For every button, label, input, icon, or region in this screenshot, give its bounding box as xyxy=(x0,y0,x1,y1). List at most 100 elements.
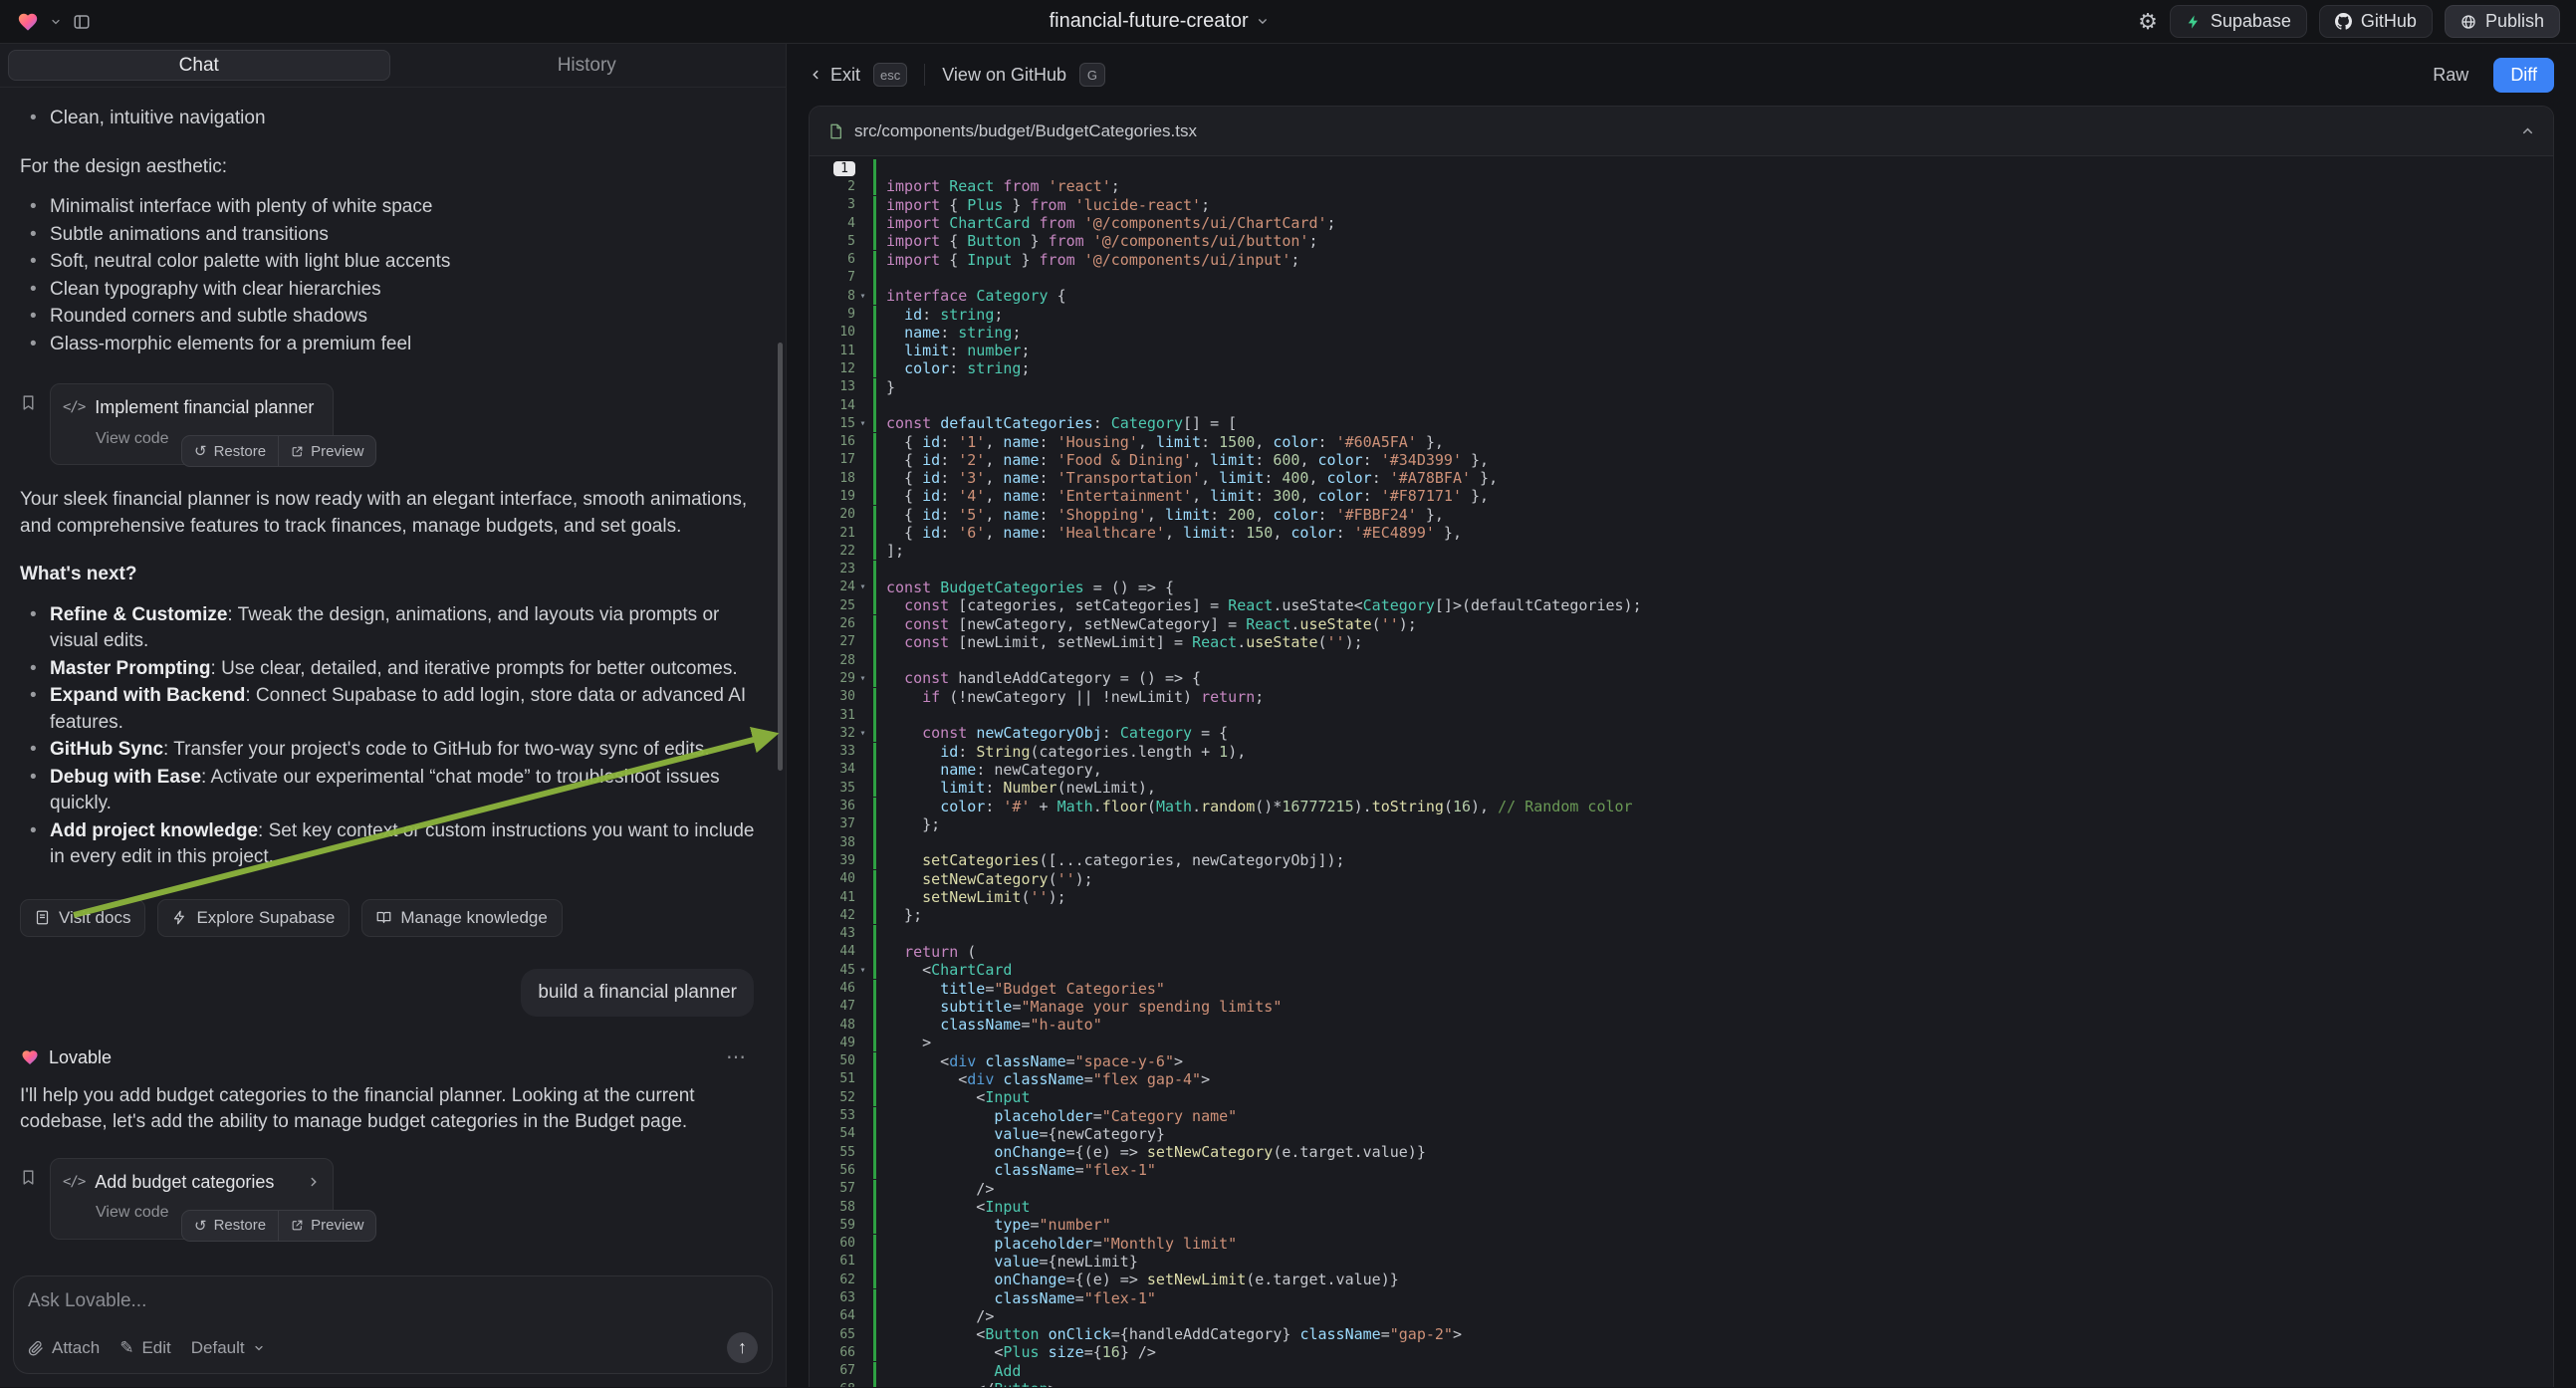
code-line: 4▾import ChartCard from '@/components/ui… xyxy=(810,214,2553,232)
design-bullets: Minimalist interface with plenty of whit… xyxy=(20,194,758,357)
tab-history-label: History xyxy=(558,55,616,77)
edit-button[interactable]: ✎ Edit xyxy=(119,1338,171,1358)
code-line: 51▾ <div className="flex gap-4"> xyxy=(810,1070,2553,1088)
fold-chevron-icon[interactable]: ▾ xyxy=(855,673,870,684)
code-line: 34▾ name: newCategory, xyxy=(810,761,2553,779)
bullet-item: Debug with Ease: Activate our experiment… xyxy=(20,765,758,817)
file-icon xyxy=(827,122,843,140)
docs-icon xyxy=(35,910,50,925)
send-button[interactable]: ↑ xyxy=(727,1332,758,1363)
external-link-icon xyxy=(291,445,304,458)
bookmark-icon[interactable] xyxy=(20,1168,37,1187)
diff-button[interactable]: Diff xyxy=(2493,58,2554,93)
project-menu[interactable]: financial-future-creator xyxy=(1050,10,1270,33)
bullet-item: Minimalist interface with plenty of whit… xyxy=(20,194,758,221)
code-line: 7▾ xyxy=(810,269,2553,287)
bullet-item: Expand with Backend: Connect Supabase to… xyxy=(20,683,758,736)
supabase-label: Supabase xyxy=(2211,11,2291,32)
explore-supabase-button[interactable]: Explore Supabase xyxy=(157,899,350,937)
preview-button[interactable]: Preview xyxy=(278,436,375,466)
restore-icon: ↺ xyxy=(194,1217,207,1235)
code-panel: Exit esc View on GitHub G Raw Diff src/c… xyxy=(787,44,2576,1387)
code-line: 53▾ placeholder="Category name" xyxy=(810,1106,2553,1124)
code-line: 55▾ onChange={(e) => setNewCategory(e.ta… xyxy=(810,1143,2553,1161)
code-line: 52▾ <Input xyxy=(810,1088,2553,1106)
code-lines: 1▾ 2▾import React from 'react';3▾import … xyxy=(810,159,2553,1387)
code-line: 17▾ { id: '2', name: 'Food & Dining', li… xyxy=(810,451,2553,469)
settings-gear-icon[interactable]: ⚙ xyxy=(2138,9,2158,35)
code-line: 59▾ type="number" xyxy=(810,1216,2553,1234)
restore-button[interactable]: ↺Restore xyxy=(182,436,278,466)
code-line: 49▾ > xyxy=(810,1034,2553,1051)
code-line: 43▾ xyxy=(810,924,2553,942)
code-line: 6▾import { Input } from '@/components/ui… xyxy=(810,250,2553,268)
code-line: 18▾ { id: '3', name: 'Transportation', l… xyxy=(810,469,2553,487)
chevron-right-icon xyxy=(307,1175,321,1189)
topbar: financial-future-creator ⚙ Supabase GitH… xyxy=(0,0,2576,44)
code-line: 30▾ if (!newCategory || !newLimit) retur… xyxy=(810,688,2553,706)
tab-chat[interactable]: Chat xyxy=(8,50,390,81)
manage-knowledge-button[interactable]: Manage knowledge xyxy=(361,899,562,937)
restore-button[interactable]: ↺Restore xyxy=(182,1211,278,1241)
file-header[interactable]: src/components/budget/BudgetCategories.t… xyxy=(810,107,2553,156)
chat-scroll-area[interactable]: Clean, intuitive navigation For the desi… xyxy=(0,88,786,1266)
publish-button[interactable]: Publish xyxy=(2445,5,2560,38)
bullet-item: Refine & Customize: Tweak the design, an… xyxy=(20,602,758,655)
fold-chevron-icon[interactable]: ▾ xyxy=(855,965,870,976)
supabase-button[interactable]: Supabase xyxy=(2170,5,2307,38)
code-line: 65▾ <Button onClick={handleAddCategory} … xyxy=(810,1325,2553,1343)
chat-tabs: Chat History xyxy=(0,44,786,88)
fold-chevron-icon[interactable]: ▾ xyxy=(855,291,870,302)
fold-chevron-icon[interactable]: ▾ xyxy=(855,581,870,592)
view-on-github-button[interactable]: View on GitHub xyxy=(942,65,1066,86)
whats-next-heading: What's next? xyxy=(20,562,758,588)
code-line: 58▾ <Input xyxy=(810,1198,2553,1216)
paperclip-icon xyxy=(28,1340,44,1356)
message-options-icon[interactable]: ⋯ xyxy=(726,1044,748,1071)
bolt-icon xyxy=(172,910,187,925)
lovable-heart-icon xyxy=(20,1048,40,1066)
code-line: 57▾ /> xyxy=(810,1180,2553,1198)
code-line: 13▾} xyxy=(810,378,2553,396)
code-line: 2▾import React from 'react'; xyxy=(810,177,2553,195)
toggle-sidebar-icon[interactable] xyxy=(72,13,92,31)
code-line: 28▾ xyxy=(810,651,2553,669)
code-line: 41▾ setNewLimit(''); xyxy=(810,888,2553,906)
github-button[interactable]: GitHub xyxy=(2319,5,2433,38)
mode-select[interactable]: Default xyxy=(191,1338,265,1358)
visit-docs-button[interactable]: Visit docs xyxy=(20,899,145,937)
lovable-logo-heart-icon[interactable] xyxy=(16,11,40,33)
esc-keycap: esc xyxy=(873,63,907,87)
tab-history[interactable]: History xyxy=(396,50,779,81)
version-actions: ↺Restore Preview xyxy=(181,435,376,467)
code-line: 26▾ const [newCategory, setNewCategory] … xyxy=(810,614,2553,632)
attach-button[interactable]: Attach xyxy=(28,1338,100,1358)
exit-button[interactable]: Exit xyxy=(809,65,860,86)
fold-chevron-icon[interactable]: ▾ xyxy=(855,728,870,739)
fold-chevron-icon[interactable]: ▾ xyxy=(855,418,870,429)
book-icon xyxy=(376,910,391,925)
code-editor[interactable]: 1▾ 2▾import React from 'react';3▾import … xyxy=(810,156,2553,1387)
assistant-paragraph: I'll help you add budget categories to t… xyxy=(20,1083,758,1136)
code-line: 48▾ className="h-auto" xyxy=(810,1016,2553,1034)
code-panel-header: Exit esc View on GitHub G Raw Diff xyxy=(787,44,2576,106)
chat-panel: Chat History Clean, intuitive navigation… xyxy=(0,44,787,1387)
raw-button[interactable]: Raw xyxy=(2421,58,2480,93)
code-line: 42▾ }; xyxy=(810,906,2553,924)
code-line: 9▾ id: string; xyxy=(810,305,2553,323)
code-line: 37▾ }; xyxy=(810,815,2553,833)
external-link-icon xyxy=(291,1219,304,1232)
code-line: 36▾ color: '#' + Math.floor(Math.random(… xyxy=(810,797,2553,814)
prompt-input[interactable] xyxy=(28,1290,758,1324)
code-line: 1▾ xyxy=(810,159,2553,177)
chat-scrollbar[interactable] xyxy=(778,343,783,771)
workspace-chevron-down-icon[interactable] xyxy=(50,16,62,28)
code-line: 19▾ { id: '4', name: 'Entertainment', li… xyxy=(810,487,2553,505)
code-line: 39▾ setCategories([...categories, newCat… xyxy=(810,851,2553,869)
bookmark-icon[interactable] xyxy=(20,393,37,412)
code-line: 16▾ { id: '1', name: 'Housing', limit: 1… xyxy=(810,432,2553,450)
file-path: src/components/budget/BudgetCategories.t… xyxy=(854,121,1197,141)
preview-button[interactable]: Preview xyxy=(278,1211,375,1241)
suggestion-buttons: Visit docs Explore Supabase Manage knowl… xyxy=(20,899,758,937)
collapse-chevron-icon[interactable] xyxy=(2520,123,2535,138)
